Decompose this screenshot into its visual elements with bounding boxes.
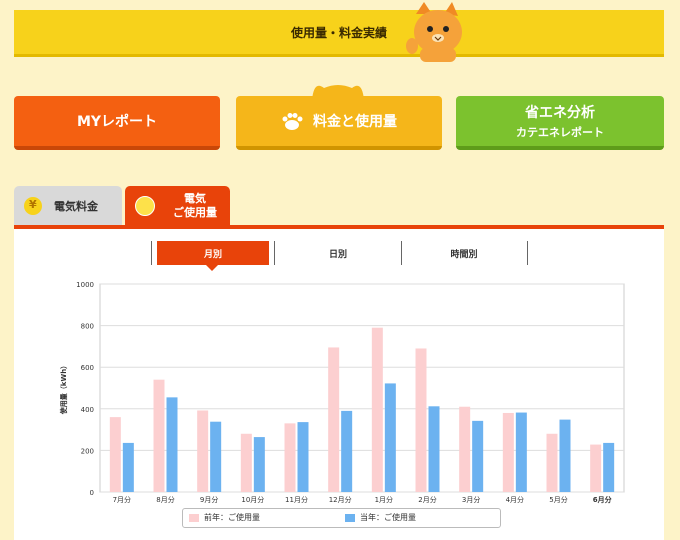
legend-swatch-this-year <box>345 513 355 522</box>
bar-prev-year <box>240 433 252 492</box>
bar-prev-year <box>284 423 296 492</box>
bar-this-year <box>210 421 222 492</box>
bar-this-year <box>297 422 309 492</box>
bar-prev-year <box>546 433 558 492</box>
bar-this-year <box>384 383 396 492</box>
x-tick-label: 12月分 <box>329 495 352 504</box>
bar-prev-year <box>590 444 602 492</box>
bar-prev-year <box>502 412 514 492</box>
x-tick-label: 7月分 <box>113 495 131 504</box>
x-tick-label: 10月分 <box>241 495 264 504</box>
x-tick-label: 1月分 <box>375 495 393 504</box>
bar-this-year <box>122 442 134 492</box>
legend-swatch-prev-year <box>189 513 199 522</box>
y-tick-label: 800 <box>81 323 94 331</box>
bar-this-year <box>559 419 571 492</box>
usage-bar-chart: 0 200 400 600 800 1000 使用量（kWh） 7月分 8月分 9月分 10月分 11… <box>59 281 625 504</box>
y-tick-label: 400 <box>81 406 94 414</box>
plot-area <box>99 283 625 493</box>
bar-this-year <box>341 410 353 492</box>
bar-prev-year <box>153 379 165 492</box>
y-axis-label: 使用量（kWh） <box>59 362 68 415</box>
x-tick-label: 6月分 <box>593 495 612 504</box>
bar-this-year <box>428 406 440 492</box>
bar-prev-year <box>371 327 383 492</box>
y-tick-label: 1000 <box>76 281 94 289</box>
bar-this-year <box>603 442 615 492</box>
bar-this-year <box>166 397 178 492</box>
x-tick-label: 2月分 <box>418 495 436 504</box>
legend-item-prev-year: 前年：ご使用量 <box>189 512 260 523</box>
legend-label-prev-year: 前年：ご使用量 <box>204 513 260 522</box>
bar-prev-year <box>197 410 209 492</box>
bar-prev-year <box>459 406 471 492</box>
x-tick-label: 8月分 <box>156 495 174 504</box>
bar-prev-year <box>328 347 340 492</box>
legend-label-this-year: 当年：ご使用量 <box>360 513 416 522</box>
legend-item-this-year: 当年：ご使用量 <box>345 512 416 523</box>
bar-this-year <box>515 412 527 492</box>
y-tick-label: 600 <box>81 364 94 372</box>
y-tick-label: 200 <box>81 447 94 455</box>
x-tick-label: 5月分 <box>549 495 567 504</box>
x-tick-label: 4月分 <box>506 495 524 504</box>
chart-legend: 前年：ご使用量 当年：ご使用量 <box>182 508 501 528</box>
x-tick-label: 3月分 <box>462 495 480 504</box>
y-tick-label: 0 <box>90 489 94 497</box>
bar-this-year <box>253 437 265 492</box>
x-tick-label: 9月分 <box>200 495 218 504</box>
bar-this-year <box>472 420 484 492</box>
x-tick-label: 11月分 <box>285 495 308 504</box>
bar-prev-year <box>109 417 121 492</box>
bar-prev-year <box>415 348 427 492</box>
